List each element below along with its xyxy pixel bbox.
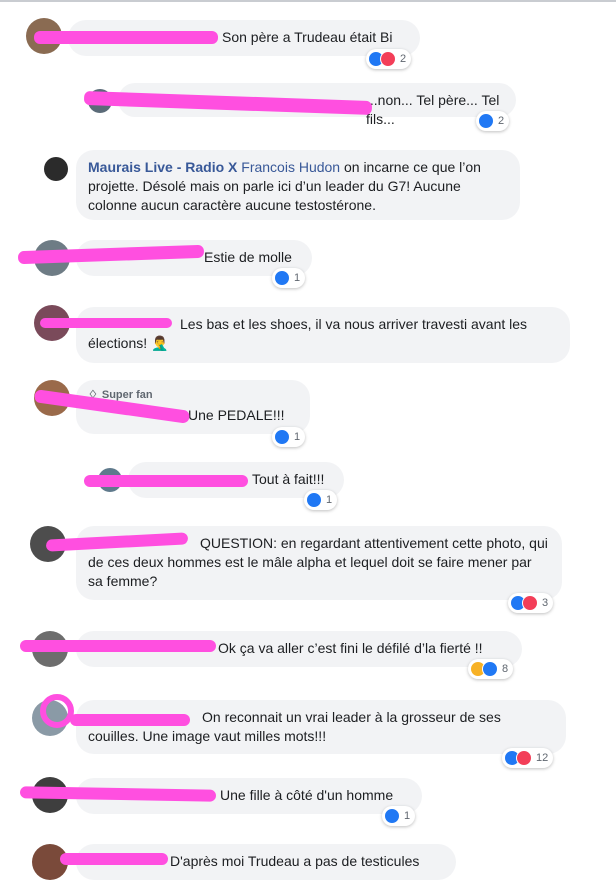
redaction-mark	[60, 853, 168, 865]
comment-text: Ok ça va aller c’est fini le défilé d’la…	[218, 640, 483, 656]
redaction-mark	[20, 640, 216, 652]
like-icon	[274, 429, 290, 445]
comment-text: Une fille à côté d'un homme	[220, 787, 394, 803]
reaction-count: 1	[326, 494, 333, 506]
reactions-summary[interactable]: 2	[476, 111, 510, 131]
love-icon	[522, 595, 538, 611]
redaction-circle	[40, 694, 74, 728]
comment-author[interactable]: Maurais Live - Radio X	[88, 159, 237, 175]
comment-text: Tout à fait!!!	[252, 471, 325, 487]
like-icon	[306, 492, 322, 508]
top-divider	[0, 0, 616, 2]
reaction-count: 1	[294, 272, 301, 284]
reactions-summary[interactable]: 1	[382, 806, 416, 826]
reaction-count: 1	[294, 431, 301, 443]
comment-text: Estie de molle	[204, 249, 292, 265]
reactions-summary[interactable]: 12	[502, 748, 554, 768]
reaction-count: 2	[498, 115, 505, 127]
like-icon	[384, 808, 400, 824]
avatar[interactable]	[44, 157, 68, 181]
comment-bubble: Maurais Live - Radio X Francois Hudon on…	[76, 150, 520, 220]
comment-text: Son père a Trudeau était Bi	[222, 29, 393, 45]
redaction-mark	[40, 318, 172, 328]
reactions-summary[interactable]: 2	[366, 49, 412, 69]
redaction-mark	[70, 714, 190, 726]
reactions-summary[interactable]: 3	[508, 593, 554, 613]
reaction-count: 1	[404, 810, 411, 822]
like-icon	[274, 270, 290, 286]
like-icon	[482, 661, 498, 677]
comment-bubble: Les bas et les shoes, il va nous arriver…	[76, 307, 570, 363]
mention-link[interactable]: Francois Hudon	[241, 159, 340, 175]
comment-text: Une PEDALE!!!	[188, 407, 285, 423]
comment-bubble: On reconnait un vrai leader à la grosseu…	[76, 700, 566, 754]
reactions-summary[interactable]: 1	[272, 268, 306, 288]
reaction-count: 2	[400, 53, 407, 65]
reaction-count: 8	[502, 663, 509, 675]
redaction-mark	[84, 475, 248, 487]
reactions-summary[interactable]: 1	[304, 490, 338, 510]
reactions-summary[interactable]: 1	[272, 427, 306, 447]
reaction-count: 3	[542, 597, 549, 609]
love-icon	[380, 51, 396, 67]
like-icon	[478, 113, 494, 129]
reaction-count: 12	[536, 752, 549, 764]
love-icon	[516, 750, 532, 766]
comment-text: D'après moi Trudeau a pas de testicules	[170, 853, 420, 869]
reactions-summary[interactable]: 8	[468, 659, 514, 679]
redaction-mark	[34, 31, 218, 44]
